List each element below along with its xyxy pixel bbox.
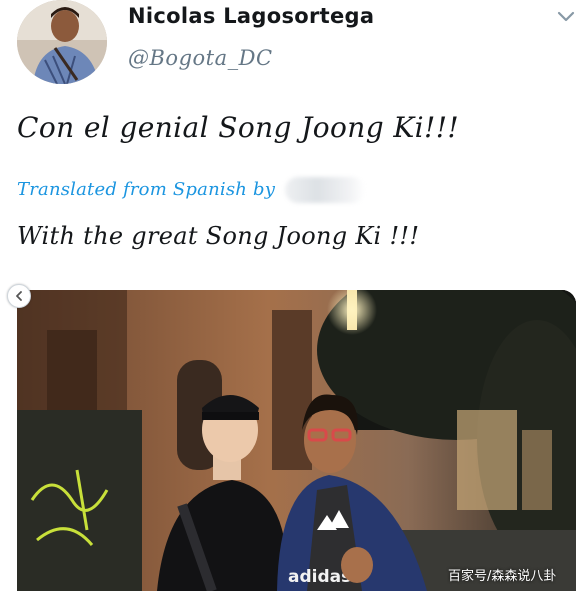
photo-image: adidas xyxy=(17,290,576,591)
chevron-down-icon[interactable] xyxy=(557,10,575,24)
blurred-translator-logo xyxy=(284,177,365,203)
watermark: 百家号/森森说八卦 xyxy=(448,569,557,584)
tweet-photo[interactable]: adidas xyxy=(17,290,576,591)
user-handle[interactable]: @Bogota_DC xyxy=(128,46,273,70)
translated-text: With the great Song Joong Ki !!! xyxy=(17,222,420,250)
tweet-text: Con el genial Song Joong Ki!!! xyxy=(17,111,459,144)
translated-label: Translated from Spanish by xyxy=(17,179,276,200)
display-name[interactable]: Nicolas Lagosortega xyxy=(128,4,374,28)
avatar-image xyxy=(17,0,107,84)
translation-attribution[interactable]: Translated from Spanish by xyxy=(17,177,365,203)
avatar[interactable] xyxy=(17,0,107,84)
carousel-prev-button[interactable] xyxy=(7,284,31,308)
chevron-left-icon xyxy=(16,291,22,301)
